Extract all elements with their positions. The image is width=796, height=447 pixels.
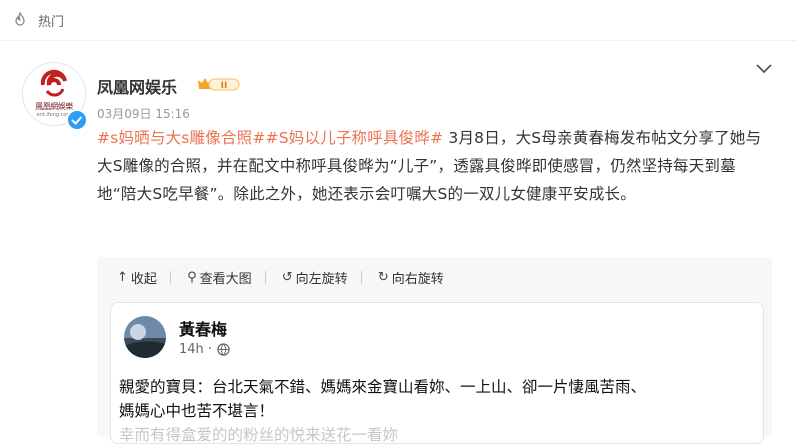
collapse-label: 收起 xyxy=(130,272,157,287)
divider xyxy=(169,271,171,284)
rotate-left-icon: ↺ xyxy=(281,270,293,285)
rotate-left-button[interactable]: ↺ 向左旋转 xyxy=(281,268,362,287)
divider xyxy=(360,271,362,284)
post-timestamp[interactable]: 03月09日 15:16 xyxy=(97,105,190,122)
view-large-label: 查看大图 xyxy=(199,272,252,287)
chevron-down-icon[interactable] xyxy=(754,62,774,76)
rotate-left-label: 向左旋转 xyxy=(295,272,348,287)
fb-post-text: 親愛的寶貝：台北天氣不錯、媽媽來金寶山看妳、一上山、卻一片悽風苦雨、 媽媽心中也… xyxy=(119,375,759,447)
verified-icon xyxy=(66,109,88,131)
divider xyxy=(0,40,796,41)
top-bar: 热门 xyxy=(0,0,796,38)
rotate-right-icon: ↻ xyxy=(377,270,389,285)
collapse-button[interactable]: ↑ 收起 xyxy=(117,268,171,287)
fb-author-name: 黃春梅 xyxy=(179,320,228,339)
fb-avatar xyxy=(124,316,166,358)
section-title: 热门 xyxy=(38,15,65,30)
phoenix-logo-icon xyxy=(40,69,68,99)
fb-text-line: 媽媽心中也苦不堪言！ xyxy=(119,402,275,420)
fb-text-line: 幸而有得盒爱的的粉丝的悦来送花一看妳 xyxy=(119,426,399,444)
arrow-up-icon: ↑ xyxy=(117,270,128,285)
fb-time-text: 14h · xyxy=(179,342,213,357)
magnifier-icon: ⚲ xyxy=(187,270,197,285)
post-content: #s妈晒与大s雕像合照##S妈以儿子称呼具俊晔# 3月8日，大S母亲黄春梅发布帖… xyxy=(97,124,772,208)
embedded-post-image[interactable]: 黃春梅 14h · 親愛的寶貝：台北天氣不錯、媽媽來金寶山看妳、一上山、卻一片悽… xyxy=(110,302,764,444)
author-name[interactable]: 凤凰网娱乐 xyxy=(97,74,177,98)
globe-icon xyxy=(217,343,230,356)
hashtag-link[interactable]: #s妈晒与大s雕像合照# xyxy=(97,129,266,147)
vip-badge-icon[interactable]: II xyxy=(196,75,242,93)
hot-flame-icon xyxy=(15,12,25,26)
rotate-right-button[interactable]: ↻ 向右旋转 xyxy=(378,268,444,287)
rotate-right-label: 向右旋转 xyxy=(391,272,444,287)
vip-level-text: II xyxy=(221,81,228,91)
fb-post-time: 14h · xyxy=(179,342,230,357)
image-toolbar: ↑ 收起 ⚲ 查看大图 ↺ 向左旋转 ↻ 向右旋转 xyxy=(117,268,470,288)
hashtag-link[interactable]: #S妈以儿子称呼具俊晔# xyxy=(266,129,444,147)
view-large-button[interactable]: ⚲ 查看大图 xyxy=(187,268,266,287)
divider xyxy=(264,271,266,284)
fb-text-line: 親愛的寶貝：台北天氣不錯、媽媽來金寶山看妳、一上山、卻一片悽風苦雨、 xyxy=(119,378,647,396)
